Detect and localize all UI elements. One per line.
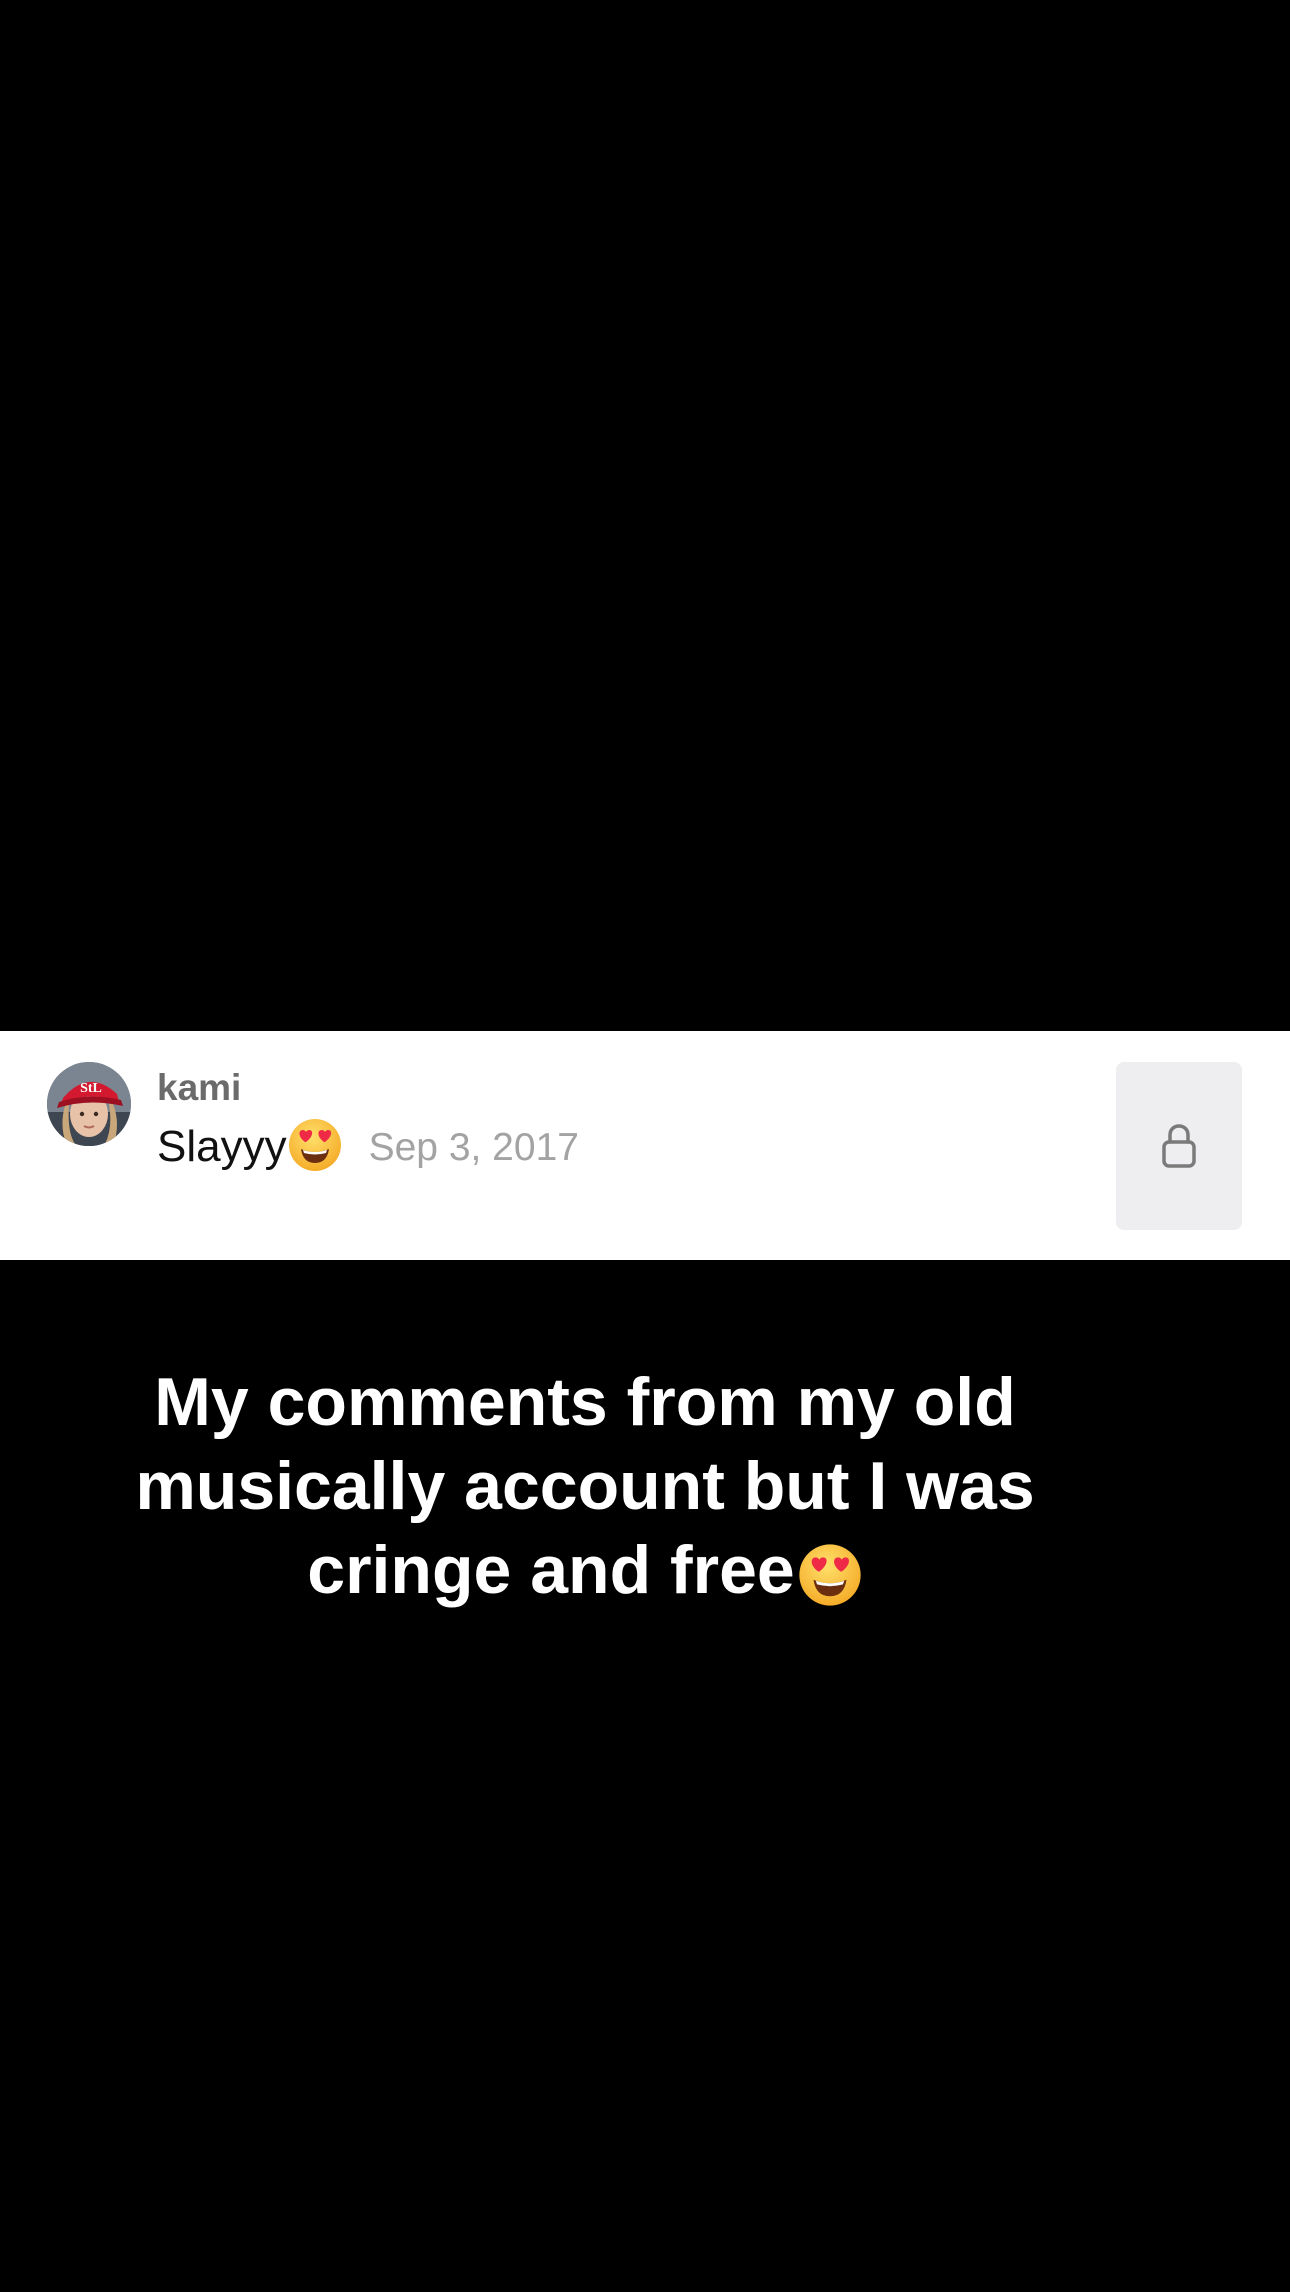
comment-text: Slayyy (157, 1122, 287, 1171)
caption-line-2: musically account but I was (135, 1448, 1035, 1524)
video-background[interactable]: StL kami Slayyy Sep 3, 2017 My comments … (0, 0, 1290, 2292)
comment-body: Slayyy Sep 3, 2017 (157, 1117, 579, 1178)
comment-reply-card[interactable]: StL kami Slayyy Sep 3, 2017 (0, 1031, 1290, 1260)
heart-eyes-emoji-icon (797, 1533, 863, 1617)
comment-date: Sep 3, 2017 (368, 1125, 579, 1169)
svg-text:StL: StL (80, 1081, 102, 1096)
lock-icon (1162, 1124, 1196, 1168)
caption-line-1: My comments from my old (154, 1364, 1016, 1440)
heart-eyes-emoji-icon (287, 1117, 343, 1178)
lock-button[interactable] (1116, 1062, 1242, 1230)
caption-line-3-text: cringe and free (307, 1532, 795, 1608)
caption-line-3: cringe and free (100, 1528, 1070, 1617)
comment-username[interactable]: kami (157, 1069, 241, 1106)
video-caption: My comments from my old musically accoun… (100, 1360, 1070, 1617)
avatar[interactable]: StL (47, 1062, 131, 1146)
